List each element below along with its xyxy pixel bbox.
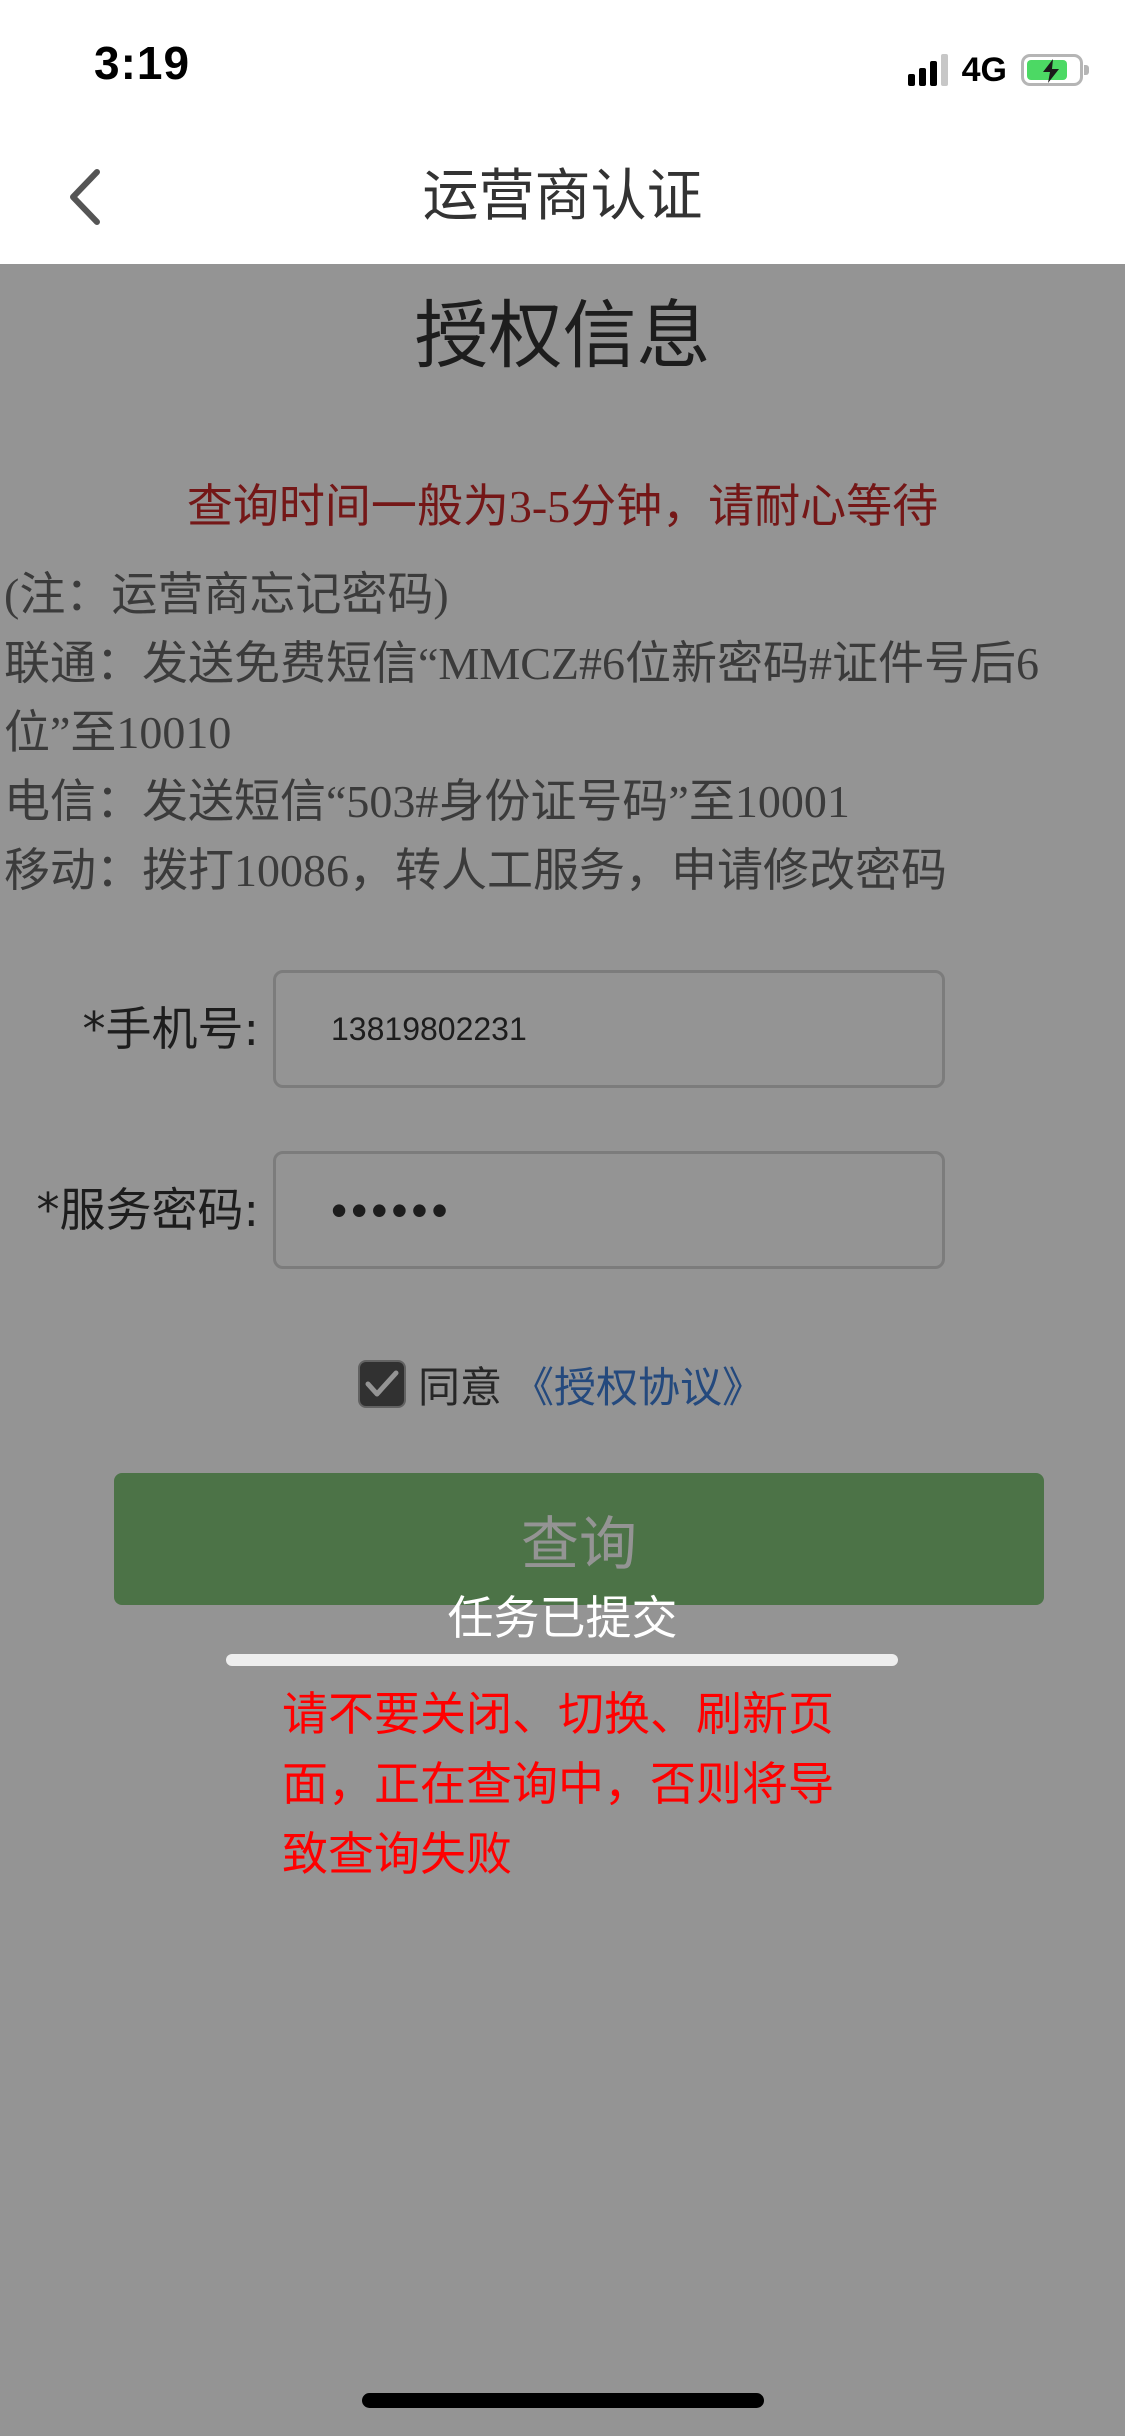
charging-bolt-icon [1043, 59, 1059, 83]
toast-title: 任务已提交 [447, 1591, 678, 1645]
toast-warning: 请不要关闭、切换、刷新页面，正在查询中，否则将导致查询失败 [282, 1687, 834, 1881]
network-type: 4G [961, 50, 1007, 89]
battery-icon [1021, 54, 1089, 86]
progress-bar [226, 1654, 898, 1666]
progress-fill [226, 1654, 898, 1666]
page-title: 运营商认证 [422, 164, 703, 229]
status-time: 3:19 [94, 37, 191, 89]
signal-icon [907, 54, 948, 86]
home-indicator[interactable] [362, 2393, 764, 2408]
status-indicators: 4G [907, 48, 1089, 92]
status-bar: 3:19 4G [0, 0, 1125, 132]
loading-overlay: 任务已提交 请不要关闭、切换、刷新页面，正在查询中，否则将导致查询失败 [0, 264, 1125, 2436]
nav-bar: 运营商认证 [0, 132, 1125, 264]
